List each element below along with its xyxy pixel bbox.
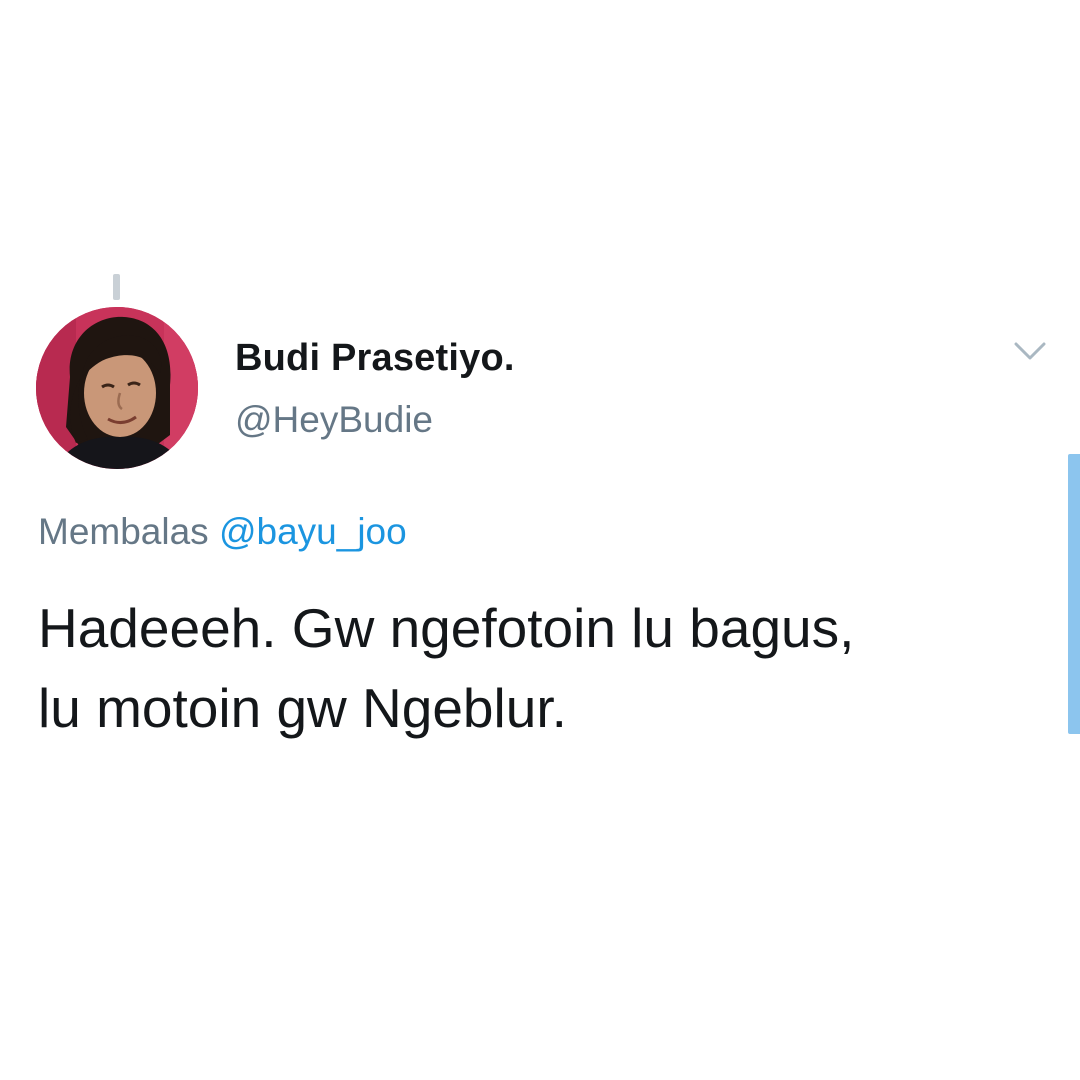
tweet-text-line: lu motoin gw Ngeblur. <box>38 677 567 739</box>
chevron-down-icon <box>1014 342 1046 360</box>
reply-context: Membalas @bayu_joo <box>38 511 407 553</box>
tweet-text: Hadeeeh. Gw ngefotoin lu bagus, lu motoi… <box>38 588 1048 748</box>
tweet-text-line: Hadeeeh. Gw ngefotoin lu bagus, <box>38 597 855 659</box>
reply-to-mention-link[interactable]: @bayu_joo <box>219 511 407 552</box>
thread-connector-line <box>113 274 120 300</box>
tweet-menu-button[interactable] <box>1010 336 1050 366</box>
profile-photo-icon <box>36 307 198 469</box>
avatar[interactable] <box>36 307 198 469</box>
reply-prefix: Membalas <box>38 511 209 552</box>
author-handle[interactable]: @HeyBudie <box>235 399 433 441</box>
scrollbar-thumb[interactable] <box>1068 454 1080 734</box>
author-display-name[interactable]: Budi Prasetiyo. <box>235 337 515 380</box>
